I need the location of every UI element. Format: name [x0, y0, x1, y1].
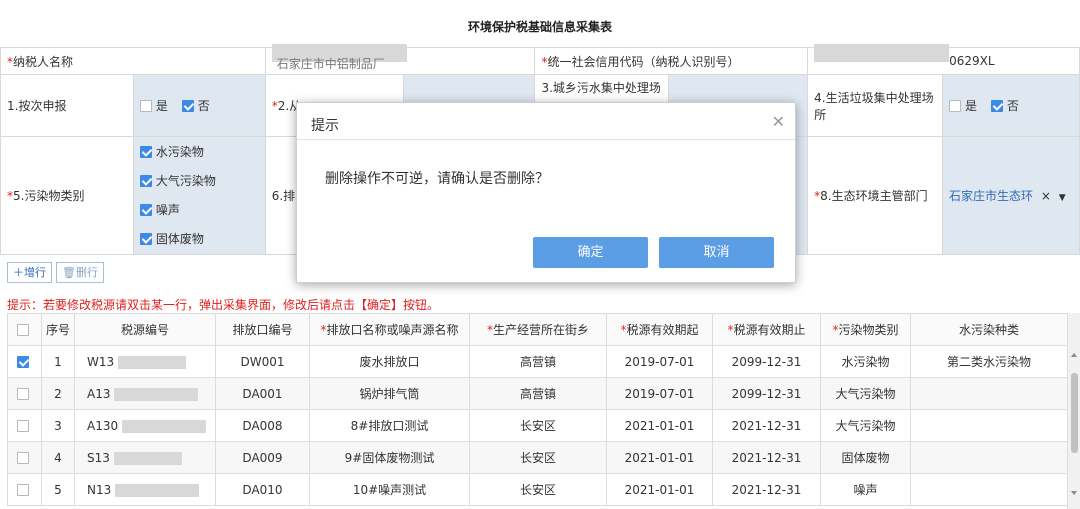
- dialog-divider: [297, 139, 795, 140]
- dialog-message: 删除操作不可逆，请确认是否删除？: [325, 171, 549, 187]
- confirm-delete-dialog: 提示 ✕ 删除操作不可逆，请确认是否删除？ 确定 取消: [296, 102, 796, 283]
- close-icon[interactable]: ✕: [772, 112, 785, 131]
- confirm-button[interactable]: 确定: [533, 237, 648, 268]
- cancel-button[interactable]: 取消: [659, 237, 774, 268]
- dialog-title: 提示: [311, 118, 339, 134]
